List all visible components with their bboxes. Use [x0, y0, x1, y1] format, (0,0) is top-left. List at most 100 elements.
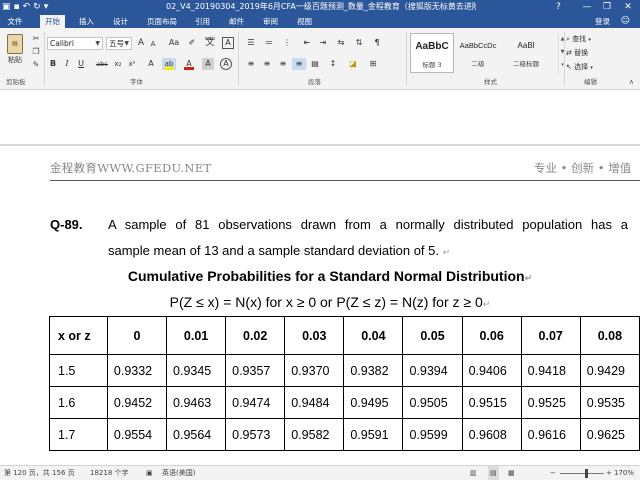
tab-mailings[interactable]: 邮件	[224, 15, 249, 28]
quick-access-toolbar: ▣ ▪ ↶ ↻ ▾	[2, 1, 48, 13]
enclose-char-button[interactable]: A	[220, 58, 232, 70]
replace-button[interactable]: ⇄ 替换	[566, 48, 588, 59]
question-number: Q-89.	[50, 217, 83, 232]
table-cell: 0.9429	[579, 354, 640, 387]
tab-file[interactable]: 文件	[0, 15, 30, 28]
italic-button[interactable]: I	[62, 58, 72, 70]
paragraph-mark-icon: ↵	[524, 273, 533, 283]
align-right-icon[interactable]: ≡	[276, 58, 290, 70]
read-mode-icon[interactable]: ▥	[470, 466, 477, 480]
char-border-button[interactable]: A	[222, 37, 234, 49]
format-painter-icon[interactable]: ✎	[30, 60, 42, 70]
shading-icon[interactable]: ◪	[346, 58, 360, 70]
tab-page-layout[interactable]: 页面布局	[142, 15, 182, 28]
bullets-icon[interactable]: ☰	[244, 37, 258, 49]
align-center-icon[interactable]: ≡	[260, 58, 274, 70]
strikethrough-button[interactable]: abc	[94, 58, 110, 70]
grow-font-button[interactable]: A	[136, 37, 146, 49]
phonetic-guide-button[interactable]: 文	[203, 37, 217, 49]
style-level-2-heading[interactable]: AaBl 二级标题	[504, 33, 548, 73]
clipboard-group-label: 剪贴板	[6, 78, 26, 86]
align-left-icon[interactable]: ≡	[244, 58, 258, 70]
table-cell: 0.9554	[106, 418, 168, 451]
tab-references[interactable]: 引用	[190, 15, 215, 28]
superscript-button[interactable]: x²	[126, 58, 138, 70]
table-title: Cumulative Probabilities for a Standard …	[127, 268, 533, 284]
underline-button[interactable]: U	[76, 58, 86, 70]
shrink-font-button[interactable]: A	[148, 38, 158, 50]
login-link[interactable]: 登录	[595, 15, 610, 28]
tab-insert[interactable]: 插入	[74, 15, 99, 28]
web-layout-icon[interactable]: ▦	[508, 466, 515, 480]
clear-format-icon[interactable]: ✐	[186, 37, 198, 49]
zoom-level[interactable]: 170%	[614, 466, 634, 480]
collapse-ribbon-icon[interactable]: ∧	[629, 78, 634, 86]
share-icon[interactable]: ☺	[621, 15, 630, 28]
customize-icon[interactable]: ▾	[44, 1, 49, 13]
change-case-button[interactable]: Aa	[166, 37, 182, 49]
tab-home[interactable]: 开始	[40, 15, 65, 28]
close-icon[interactable]: ✕	[619, 0, 637, 14]
style-level-2[interactable]: AaBbCcDc 二级	[456, 33, 500, 73]
font-color-button[interactable]: A	[182, 58, 196, 70]
paste-button[interactable]: ▤ 粘贴	[4, 32, 26, 72]
line-spacing-icon[interactable]: ↕	[326, 58, 340, 70]
table-cell: 0.9463	[166, 386, 227, 419]
char-shading-button[interactable]: A	[202, 58, 214, 70]
paragraph-group-label: 段落	[308, 78, 321, 86]
highlight-button[interactable]: ab	[162, 58, 176, 70]
zoom-in-button[interactable]: +	[606, 466, 612, 480]
tab-design[interactable]: 设计	[108, 15, 133, 28]
borders-icon[interactable]: ⊞	[366, 58, 380, 70]
sort-icon[interactable]: ⇅	[352, 37, 366, 49]
table-cell: 0.9625	[579, 418, 640, 451]
question-text-line-2: sample mean of 13 and a sample standard …	[108, 243, 451, 258]
zoom-slider-track[interactable]	[560, 473, 604, 474]
copy-icon[interactable]: ❐	[30, 47, 42, 57]
justify-icon[interactable]: ≡	[292, 58, 306, 70]
bold-button[interactable]: B	[48, 58, 58, 70]
increase-indent-icon[interactable]: ⇥	[316, 37, 330, 49]
tab-view[interactable]: 视图	[292, 15, 317, 28]
redo-icon[interactable]: ↻	[33, 1, 41, 13]
table-row-label: 1.7	[49, 418, 108, 451]
text-effects-icon[interactable]: A	[144, 58, 158, 70]
language-indicator[interactable]: 英语(美国)	[162, 466, 195, 480]
restore-icon[interactable]: ❐	[598, 0, 616, 14]
multilevel-list-icon[interactable]: ⋮	[280, 37, 294, 49]
document-page[interactable]: 金程教育WWW.GFEDU.NET 专业 • 创新 • 增值 Q-89. A s…	[0, 146, 640, 465]
print-layout-icon[interactable]: ▤	[488, 466, 499, 480]
select-button[interactable]: ↖ 选择 ▾	[566, 62, 593, 73]
numbering-icon[interactable]: ≔	[262, 37, 276, 49]
table-cell: 0.9535	[579, 386, 640, 419]
help-icon[interactable]: ?	[556, 0, 561, 14]
cut-icon[interactable]: ✂	[30, 34, 42, 44]
table-header-cell: 0.03	[284, 316, 345, 355]
page-count[interactable]: 第 120 页，共 156 页	[4, 466, 75, 480]
table-cell: 0.9345	[166, 354, 227, 387]
table-row: 1.5 0.9332 0.9345 0.9357 0.9370 0.9382 0…	[49, 354, 640, 387]
minimize-icon[interactable]: —	[578, 0, 596, 14]
table-row: 1.7 0.9554 0.9564 0.9573 0.9582 0.9591 0…	[49, 418, 640, 451]
word-icon: ▣	[2, 2, 11, 12]
table-cell: 0.9495	[343, 386, 404, 419]
font-name-select[interactable]: Calibri ▼	[47, 37, 103, 50]
proofing-icon[interactable]: ▣	[146, 466, 153, 480]
undo-icon[interactable]: ↶	[23, 1, 31, 13]
font-size-select[interactable]: 五号 ▼	[106, 37, 132, 50]
zoom-slider-handle[interactable]	[585, 469, 588, 478]
decrease-indent-icon[interactable]: ⇤	[300, 37, 314, 49]
subscript-button[interactable]: x₂	[112, 58, 124, 70]
table-cell: 0.9591	[343, 418, 404, 451]
tab-review[interactable]: 审阅	[258, 15, 283, 28]
word-count[interactable]: 18218 个字	[90, 466, 129, 480]
cursor-icon: ↖	[566, 63, 572, 71]
find-button[interactable]: ⌕ 查找 ▾	[566, 34, 591, 45]
style-heading-3[interactable]: AaBbC 标题 3	[410, 33, 454, 73]
save-icon[interactable]: ▪	[14, 1, 20, 13]
show-marks-icon[interactable]: ¶	[370, 37, 384, 49]
distribute-icon[interactable]: ▤	[308, 58, 322, 70]
table-header-cell: 0.07	[520, 316, 581, 355]
chinese-layout-icon[interactable]: ⇆	[334, 37, 348, 49]
zoom-out-button[interactable]: −	[550, 466, 556, 480]
